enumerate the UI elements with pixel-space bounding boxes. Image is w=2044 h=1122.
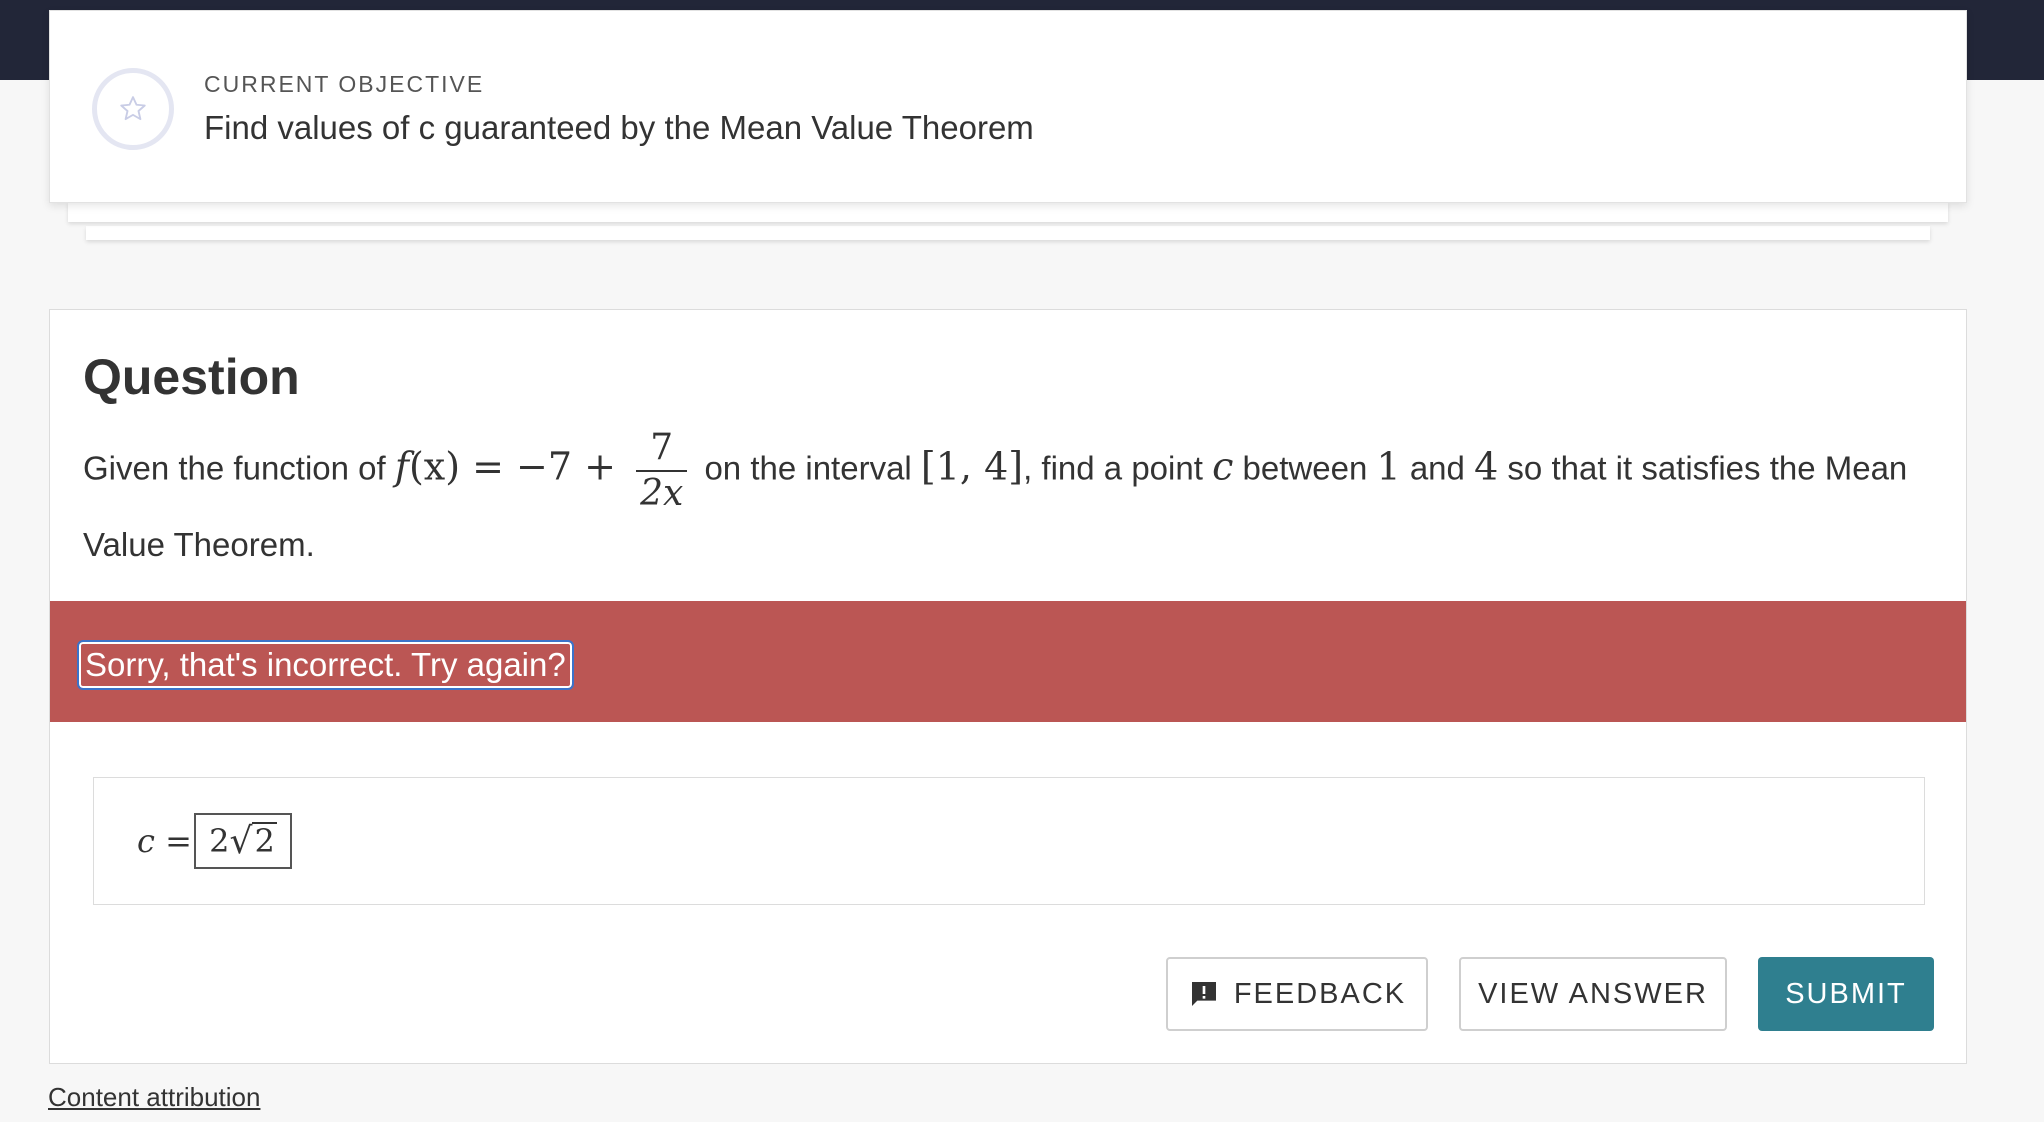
question-card: Question Given the function of f(x) = −7…	[49, 309, 1967, 1064]
question-title: Question	[83, 349, 300, 405]
interval-high: 4	[1474, 444, 1499, 489]
prompt-text: Given the function of	[83, 449, 386, 487]
view-answer-label: VIEW ANSWER	[1478, 977, 1708, 1010]
answer-area: c = 2 √ 2	[93, 777, 1925, 905]
feedback-button[interactable]: FEEDBACK	[1166, 957, 1428, 1031]
incorrect-feedback-banner: Sorry, that's incorrect. Try again?	[50, 601, 1966, 722]
objective-stack-shadow-2	[86, 226, 1930, 240]
square-root: √ 2	[229, 820, 277, 862]
function-fraction: 7 2x	[636, 430, 688, 514]
prompt-text-between: between	[1233, 449, 1377, 487]
prompt-text-interval: on the interval	[695, 449, 921, 487]
answer-input[interactable]: 2 √ 2	[194, 813, 292, 869]
function-mid: = −7 +	[460, 444, 629, 489]
star-icon	[120, 96, 146, 121]
answer-radicand: 2	[252, 822, 277, 861]
objective-text: Find values of c guaranteed by the Mean …	[204, 109, 1034, 146]
prompt-text-and: and	[1400, 449, 1475, 487]
objective-badge	[92, 68, 174, 150]
function-name: f	[394, 444, 409, 489]
question-prompt: Given the function of f(x) = −7 + 7 2x on…	[83, 430, 1943, 578]
objective-label: CURRENT OBJECTIVE	[204, 71, 485, 97]
answer-coefficient: 2	[209, 822, 230, 860]
submit-label: SUBMIT	[1785, 977, 1907, 1010]
interval-low: 1	[1376, 444, 1401, 489]
fraction-numerator: 7	[636, 430, 688, 472]
submit-button[interactable]: SUBMIT	[1758, 957, 1934, 1031]
point-variable: c	[1212, 444, 1234, 489]
fraction-denominator: 2x	[640, 473, 684, 514]
feedback-icon	[1188, 978, 1220, 1010]
feedback-button-label: FEEDBACK	[1233, 977, 1407, 1010]
incorrect-feedback-message[interactable]: Sorry, that's incorrect. Try again?	[77, 640, 574, 690]
function-arg: (x)	[408, 444, 461, 489]
function-expression: f(x) = −7 +	[395, 445, 628, 489]
interval-value: [1, 4]	[920, 444, 1024, 489]
prompt-text-find: , find a point	[1023, 449, 1213, 487]
objective-stack-shadow-1	[68, 202, 1948, 222]
answer-variable-label: c =	[137, 822, 192, 860]
content-attribution-link[interactable]: Content attribution	[48, 1082, 260, 1113]
view-answer-button[interactable]: VIEW ANSWER	[1459, 957, 1727, 1031]
objective-card: CURRENT OBJECTIVE Find values of c guara…	[49, 10, 1967, 203]
